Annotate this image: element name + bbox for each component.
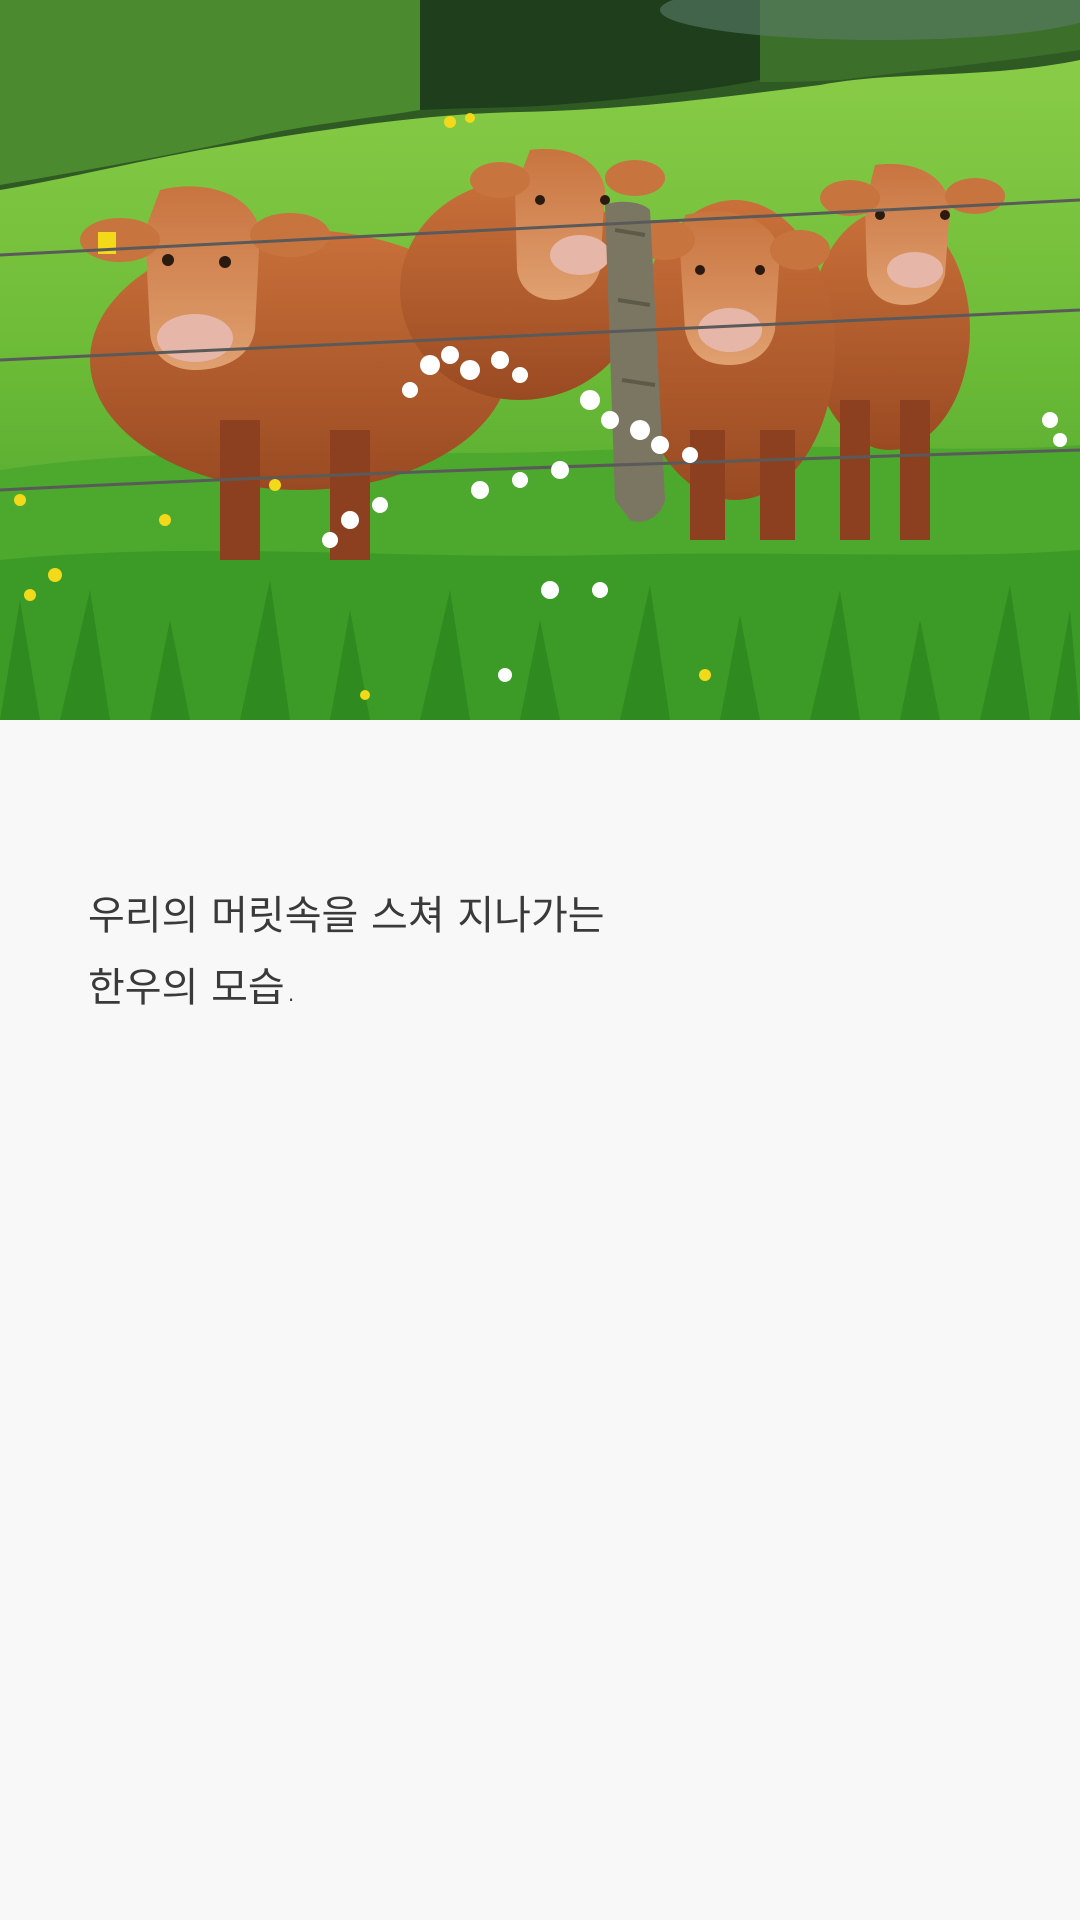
caption-line-2: 한우의 모습. [88, 965, 298, 1011]
caption-text: 우리의 머릿속을 스쳐 지나가는 한우의 모습. [88, 880, 988, 1024]
hero-photo [0, 0, 1080, 720]
caption-line-1: 우리의 머릿속을 스쳐 지나가는 [88, 893, 605, 939]
story-page: 우리의 머릿속을 스쳐 지나가는 한우의 모습. [0, 0, 1080, 1920]
